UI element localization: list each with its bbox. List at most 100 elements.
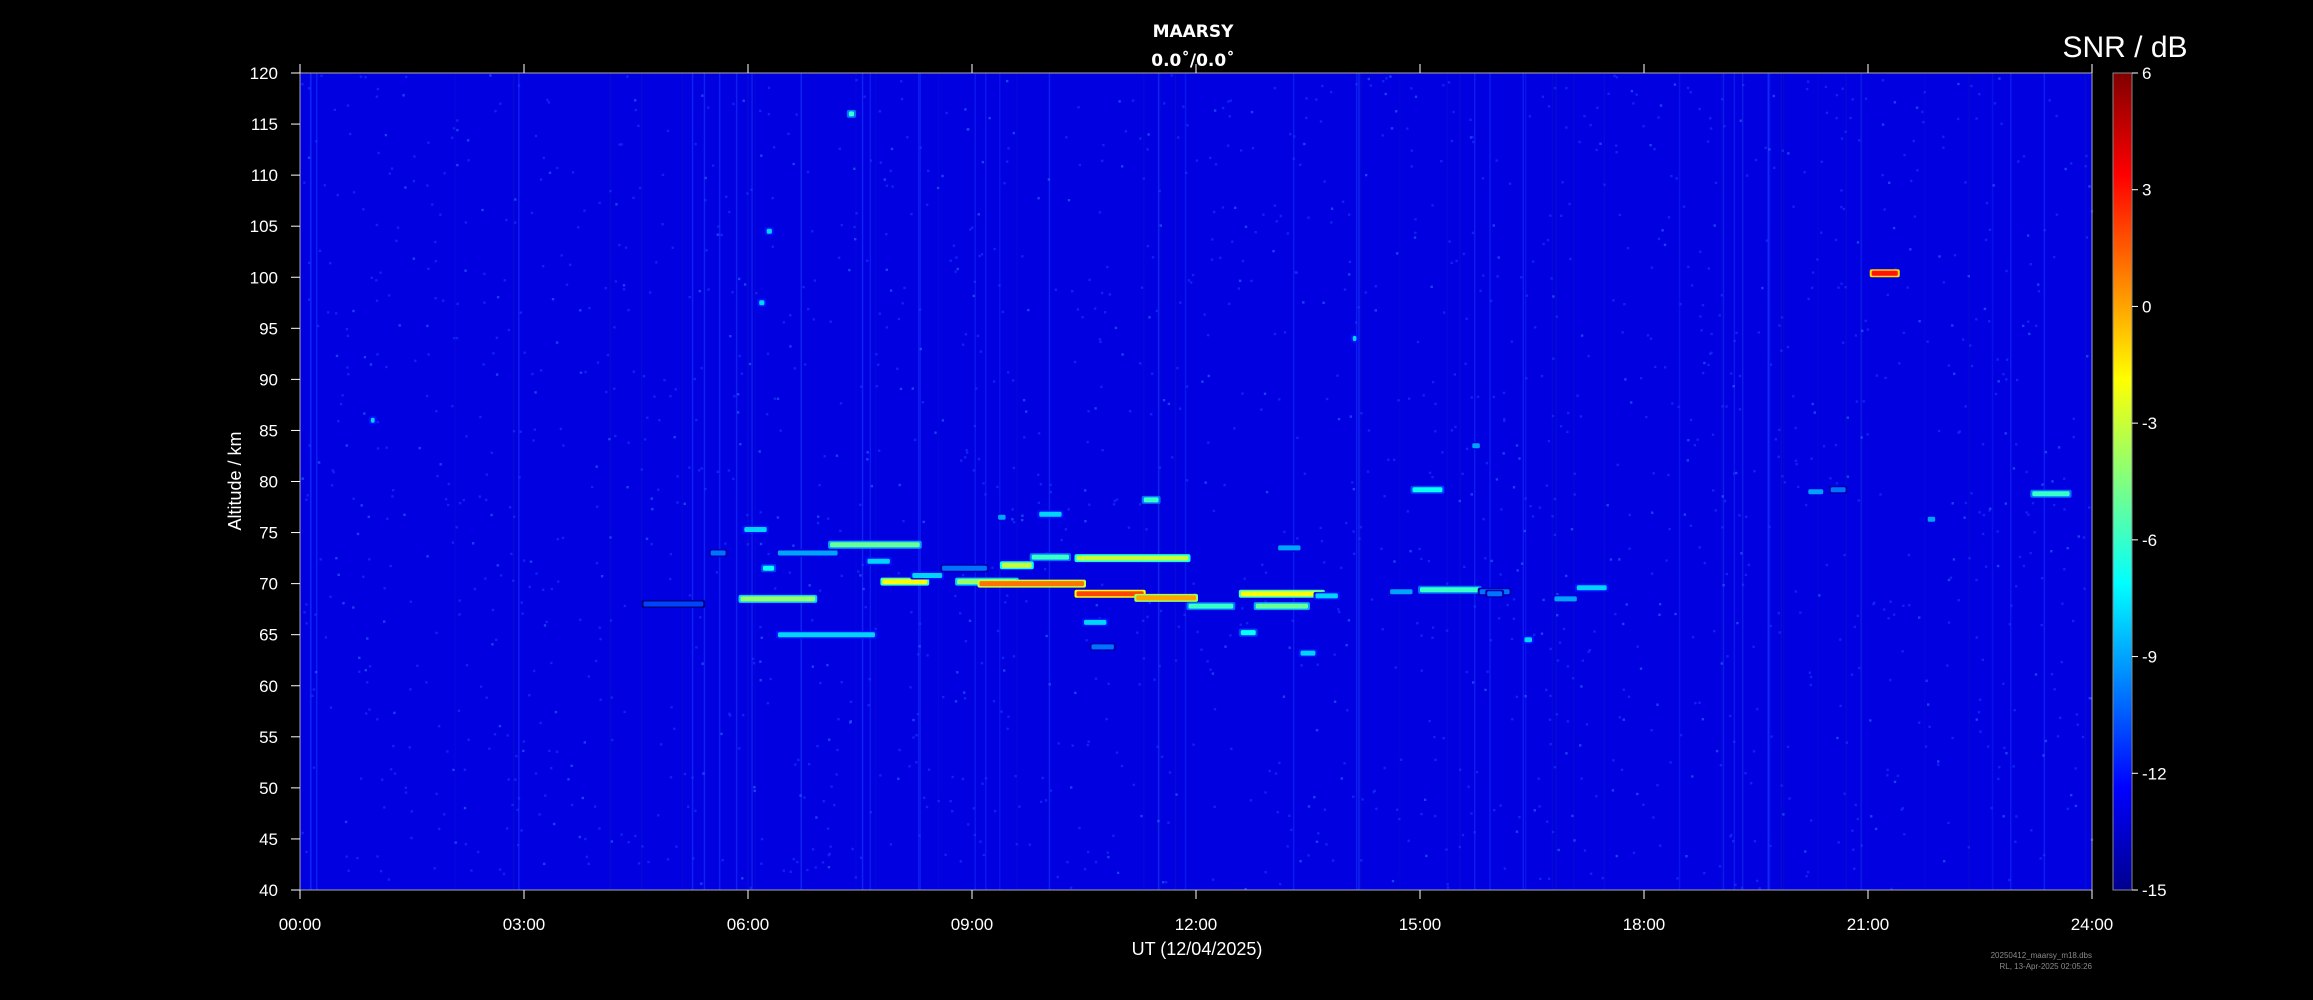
noise-speck — [964, 108, 967, 111]
noise-speck — [2039, 857, 2042, 860]
noise-speck — [1288, 814, 1291, 817]
noise-speck — [657, 814, 660, 817]
noise-speck — [954, 594, 957, 598]
noise-speck — [555, 341, 559, 344]
noise-speck — [412, 257, 415, 260]
noise-speck — [1714, 181, 1718, 184]
noise-speck — [1805, 87, 1809, 91]
noise-speck — [973, 833, 976, 837]
noise-speck — [1365, 173, 1368, 177]
noise-speck — [826, 663, 829, 667]
noise-speck — [1303, 472, 1306, 475]
noise-speck — [519, 430, 522, 433]
noise-speck — [855, 78, 858, 82]
noise-speck — [1947, 821, 1950, 825]
noise-speck — [579, 309, 582, 312]
echo-region — [830, 542, 920, 548]
noise-speck — [376, 718, 379, 721]
noise-speck — [436, 474, 439, 478]
noise-speck — [923, 796, 926, 800]
noise-speck — [2070, 793, 2073, 797]
noise-speck — [821, 861, 825, 864]
noise-speck — [1856, 817, 1859, 821]
noise-speck — [738, 277, 741, 281]
noise-speck — [915, 734, 918, 737]
noise-speck — [375, 223, 379, 227]
noise-speck — [1103, 311, 1107, 314]
noise-speck — [1963, 516, 1966, 519]
noise-speck — [912, 736, 915, 739]
noise-speck — [878, 449, 881, 452]
noise-speck — [1958, 430, 1961, 433]
noise-speck — [1064, 528, 1068, 531]
noise-speck — [320, 74, 323, 77]
noise-speck — [1559, 425, 1563, 428]
noise-speck — [1116, 871, 1120, 875]
noise-stripe — [1860, 73, 1862, 890]
echo-region — [1554, 596, 1577, 602]
noise-speck — [1210, 258, 1214, 261]
noise-speck — [1842, 207, 1846, 211]
noise-speck — [1428, 471, 1432, 475]
echo-region — [1576, 585, 1607, 591]
noise-speck — [426, 394, 429, 398]
noise-speck — [1465, 317, 1468, 320]
echo-region — [1076, 555, 1189, 561]
noise-speck — [727, 469, 731, 472]
noise-speck — [539, 721, 542, 725]
noise-speck — [1157, 819, 1160, 823]
noise-speck — [885, 326, 889, 329]
noise-speck — [1067, 199, 1071, 202]
noise-speck — [1703, 361, 1706, 365]
noise-speck — [711, 164, 715, 167]
noise-speck — [1004, 601, 1007, 604]
noise-speck — [608, 437, 611, 441]
noise-speck — [305, 603, 308, 606]
noise-speck — [427, 353, 430, 356]
noise-speck — [2005, 378, 2008, 381]
noise-speck — [627, 841, 630, 844]
noise-speck — [623, 710, 626, 714]
noise-speck — [1142, 657, 1145, 660]
echo-region — [1001, 562, 1032, 568]
noise-stripe — [2043, 73, 2046, 890]
noise-speck — [1156, 745, 1159, 748]
noise-speck — [683, 502, 686, 505]
noise-speck — [434, 297, 437, 300]
noise-speck — [1687, 265, 1690, 268]
noise-speck — [759, 511, 762, 514]
noise-speck — [666, 858, 670, 861]
noise-speck — [1231, 240, 1234, 243]
noise-speck — [1440, 160, 1443, 163]
noise-speck — [1348, 260, 1352, 264]
noise-speck — [746, 192, 749, 195]
noise-speck — [1469, 118, 1472, 121]
noise-speck — [1903, 833, 1906, 836]
noise-speck — [1616, 463, 1619, 467]
echo-region — [1255, 603, 1308, 609]
noise-speck — [1158, 664, 1161, 668]
noise-speck — [1551, 414, 1555, 418]
noise-speck — [570, 803, 574, 807]
noise-speck — [1753, 840, 1757, 843]
noise-speck — [2084, 165, 2087, 168]
noise-speck — [1676, 877, 1679, 880]
noise-speck — [1047, 178, 1051, 181]
noise-speck — [1658, 613, 1661, 616]
noise-speck — [632, 196, 635, 200]
noise-speck — [352, 606, 355, 609]
noise-speck — [1476, 395, 1480, 399]
noise-speck — [1241, 392, 1244, 395]
noise-speck — [1525, 294, 1529, 297]
noise-speck — [789, 314, 792, 317]
noise-speck — [1984, 565, 1988, 568]
noise-speck — [1723, 125, 1726, 128]
noise-speck — [1357, 306, 1360, 309]
colorbar-ticks: 630-3-6-9-12-15 — [2132, 64, 2167, 900]
noise-speck — [2050, 550, 2053, 553]
noise-speck — [918, 308, 922, 311]
noise-speck — [465, 664, 469, 667]
noise-speck — [1021, 518, 1024, 522]
noise-speck — [456, 302, 459, 306]
noise-speck — [1486, 670, 1489, 673]
